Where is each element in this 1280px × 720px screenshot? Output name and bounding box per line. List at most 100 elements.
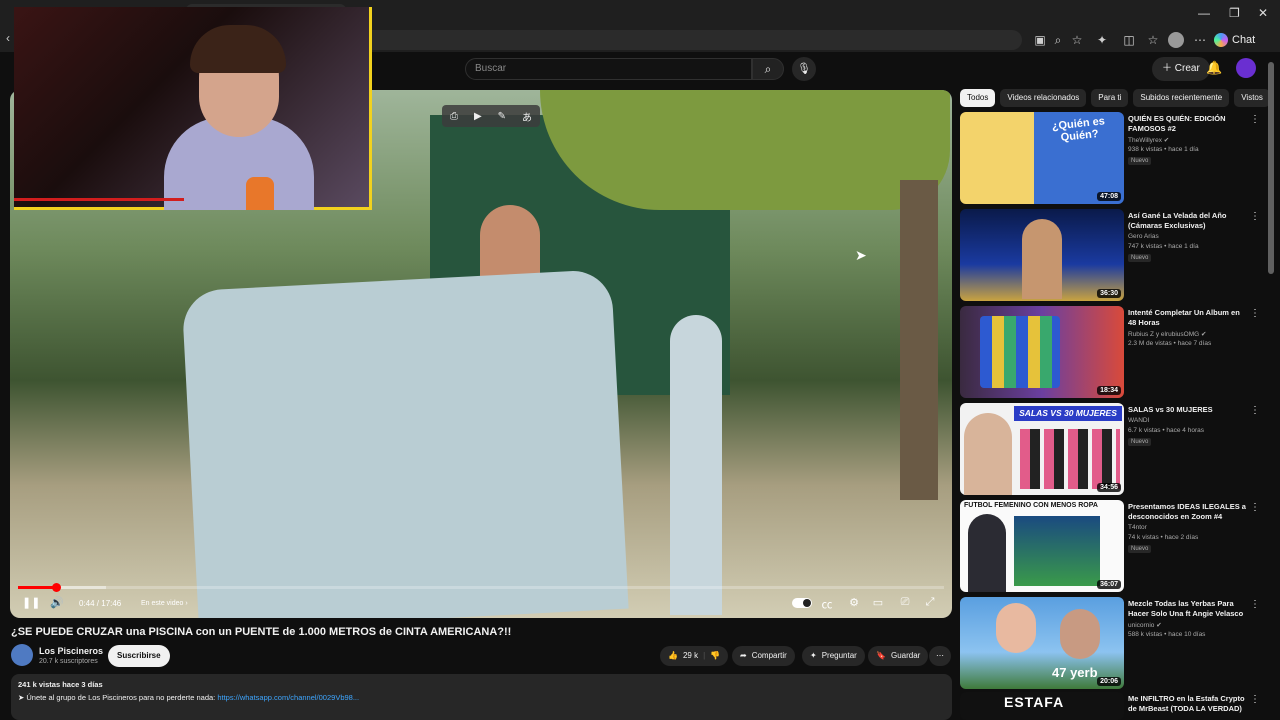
minimize-icon[interactable]: —: [1198, 6, 1210, 20]
sparkle-icon: ✦: [810, 651, 817, 660]
rec-channel: Gero Arias: [1128, 233, 1159, 240]
rec-item[interactable]: ESTAFA Me INFILTRO en la Estafa Crypto d…: [960, 692, 1260, 720]
channel-avatar[interactable]: [11, 644, 33, 666]
rec-thumbnail[interactable]: 36:30: [960, 209, 1124, 301]
rec-title: Presentamos IDEAS ILEGALES a desconocido…: [1128, 502, 1246, 521]
chat-button[interactable]: Chat: [1214, 32, 1255, 48]
rec-channel: Rubius Z y elrubiusOMG ✔: [1128, 331, 1207, 338]
scrollbar[interactable]: [1268, 62, 1274, 274]
close-icon[interactable]: ✕: [1258, 6, 1268, 20]
scene-tree: [540, 90, 950, 210]
progress-bar[interactable]: [18, 583, 944, 592]
rec-thumbnail[interactable]: SALAS VS 30 MUJERES 34:56: [960, 403, 1124, 495]
subtitles-icon[interactable]: ㏄: [819, 596, 835, 612]
autoplay-toggle[interactable]: [792, 598, 812, 608]
favorite-icon[interactable]: ☆: [1069, 32, 1085, 48]
rec-item[interactable]: ¿Quién es Quién? 47:08 QUIÉN ES QUIÉN: E…: [960, 112, 1260, 206]
translate-icon[interactable]: あ: [522, 109, 532, 124]
share-button[interactable]: ➦ Compartir: [732, 646, 795, 666]
rec-title: Así Gané La Velada del Año (Cámaras Excl…: [1128, 211, 1227, 230]
mouse-cursor-icon: ➤: [855, 247, 867, 263]
scene-post: [670, 315, 722, 615]
split-icon[interactable]: ◫: [1121, 32, 1137, 48]
rec-menu-icon[interactable]: ⋮: [1250, 694, 1260, 705]
create-button[interactable]: ＋ Crear: [1152, 57, 1210, 81]
rec-badge: Nuevo: [1128, 545, 1152, 553]
subscribe-button[interactable]: Suscribirse: [108, 645, 170, 667]
rec-thumbnail[interactable]: ¿Quién es Quién? 47:08: [960, 112, 1124, 204]
webcam-bottle: [246, 177, 274, 210]
zoom-icon[interactable]: ⌕: [1050, 32, 1066, 48]
bell-icon[interactable]: 🔔: [1206, 60, 1222, 76]
extensions-icon[interactable]: ✦: [1094, 32, 1110, 48]
avatar[interactable]: [1236, 58, 1256, 78]
channel-name[interactable]: Los Piscineros: [39, 646, 103, 656]
rec-thumbnail[interactable]: 18:34: [960, 306, 1124, 398]
more-icon[interactable]: ⋯: [1192, 32, 1208, 48]
rec-item[interactable]: SALAS VS 30 MUJERES 34:56 SALAS vs 30 MU…: [960, 403, 1260, 497]
back-icon[interactable]: ‹: [6, 31, 10, 45]
screenshot-icon[interactable]: ⎙: [450, 111, 458, 122]
rec-meta: 747 k vistas • hace 1 día: [1128, 243, 1199, 250]
miniplayer-icon[interactable]: ▭: [870, 596, 886, 609]
rec-title: Me INFILTRO en la Estafa Crypto de MrBea…: [1128, 694, 1245, 713]
fullscreen-icon[interactable]: ⤢: [922, 596, 938, 609]
volume-icon[interactable]: 🔊: [50, 596, 64, 609]
rec-channel: WANDI: [1128, 417, 1150, 424]
rec-title: Intenté Completar Un Album en 48 Horas: [1128, 308, 1240, 327]
more-actions-button[interactable]: ⋯: [929, 646, 951, 666]
chip-vistos[interactable]: Vistos: [1234, 89, 1270, 107]
thumbs-down-icon[interactable]: 👎: [710, 646, 720, 666]
search-icon[interactable]: ⌕: [752, 58, 784, 80]
settings-icon[interactable]: ⚙: [846, 596, 862, 609]
rec-thumbnail[interactable]: FUTBOL FEMENINO CON MENOS ROPA 36:07: [960, 500, 1124, 592]
rec-item[interactable]: 36:30 Así Gané La Velada del Año (Cámara…: [960, 209, 1260, 303]
rec-menu-icon[interactable]: ⋮: [1250, 308, 1260, 319]
rec-meta: 6.7 k vistas • hace 4 horas: [1128, 427, 1204, 434]
mic-icon[interactable]: 🎙: [792, 57, 816, 81]
ask-button[interactable]: ✦ Preguntar: [802, 646, 865, 666]
in-this-video-button[interactable]: En este video ›: [141, 600, 188, 607]
pause-icon[interactable]: ❚❚: [22, 596, 40, 609]
webcam-overlay: [14, 7, 372, 210]
rec-thumbnail[interactable]: ESTAFA: [960, 692, 1124, 720]
restore-icon[interactable]: ❐: [1229, 6, 1240, 20]
rec-meta: 938 k vistas • hace 1 día: [1128, 146, 1199, 153]
rec-meta: 2.3 M de vistas • hace 7 días: [1128, 340, 1212, 347]
scene-wall: [181, 268, 629, 618]
chip-para-ti[interactable]: Para ti: [1091, 89, 1129, 107]
rec-item[interactable]: 47 yerb 20:06 Mezcle Todas las Yerbas Pa…: [960, 597, 1260, 691]
like-button[interactable]: 👍 29 k | 👎: [660, 646, 729, 666]
chip-todos[interactable]: Todos: [960, 89, 996, 107]
description-link[interactable]: https://whatsapp.com/channel/0029Vb98...: [217, 693, 359, 702]
webcam-border-accent: [14, 198, 184, 201]
reader-icon[interactable]: ▣: [1032, 32, 1048, 48]
description-text: ➤ Únete al grupo de Los Piscineros para …: [18, 693, 360, 702]
rec-badge: Nuevo: [1128, 438, 1152, 446]
profile-icon[interactable]: [1168, 32, 1184, 48]
views-line: 241 k vistas hace 3 días: [18, 680, 103, 689]
notes-icon[interactable]: ✎: [498, 111, 506, 122]
cast-icon[interactable]: ⎚: [897, 596, 913, 609]
copilot-icon: [1214, 33, 1228, 47]
save-button[interactable]: 🔖 Guardar: [868, 646, 929, 666]
rec-thumbnail[interactable]: 47 yerb 20:06: [960, 597, 1124, 689]
rec-menu-icon[interactable]: ⋮: [1250, 405, 1260, 416]
rec-item[interactable]: FUTBOL FEMENINO CON MENOS ROPA 36:07 Pre…: [960, 500, 1260, 594]
search-input[interactable]: Buscar: [465, 58, 752, 80]
chip-videos-relacionados[interactable]: Videos relacionados: [1000, 89, 1087, 107]
rec-menu-icon[interactable]: ⋮: [1250, 211, 1260, 222]
favorites-bar-icon[interactable]: ☆: [1145, 32, 1161, 48]
progress-knob[interactable]: [51, 583, 61, 592]
rec-menu-icon[interactable]: ⋮: [1250, 599, 1260, 610]
rec-menu-icon[interactable]: ⋮: [1250, 114, 1260, 125]
video-icon[interactable]: ▶: [474, 111, 482, 122]
rec-channel: TheWillyrex ✔: [1128, 137, 1170, 144]
rec-channel: unicornio ✔: [1128, 622, 1162, 629]
time-display: 0:44 / 17:46: [79, 599, 122, 608]
description-box[interactable]: 241 k vistas hace 3 días ➤ Únete al grup…: [11, 674, 952, 720]
chip-subidos-recientemente[interactable]: Subidos recientemente: [1133, 89, 1230, 107]
rec-item[interactable]: 18:34 Intenté Completar Un Album en 48 H…: [960, 306, 1260, 400]
rec-menu-icon[interactable]: ⋮: [1250, 502, 1260, 513]
rec-title: Mezcle Todas las Yerbas Para Hacer Solo …: [1128, 599, 1244, 618]
